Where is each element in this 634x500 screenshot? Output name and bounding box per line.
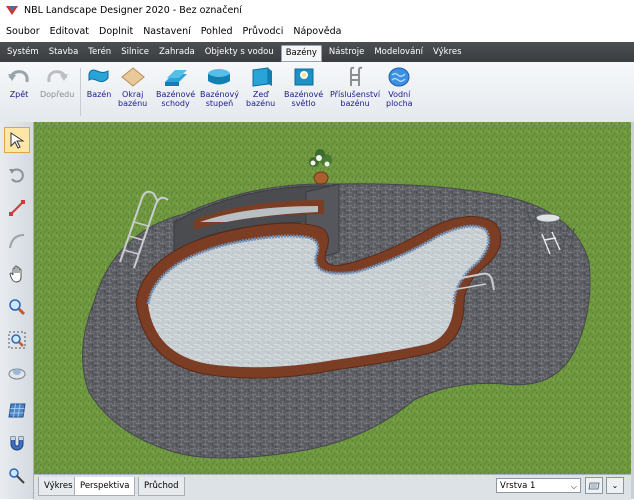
pool-scene bbox=[34, 122, 631, 474]
pool-step-label-2: stupeň bbox=[205, 99, 234, 108]
arc-tool[interactable] bbox=[4, 228, 30, 254]
pool-wall-label-2: bazénu bbox=[246, 99, 276, 108]
pan-tool[interactable] bbox=[4, 261, 30, 287]
undo-icon bbox=[8, 70, 29, 83]
pool-edge-label-2: bazénu bbox=[118, 99, 148, 108]
pool-stairs-button[interactable]: Bazénové schody bbox=[156, 66, 195, 108]
tab-system[interactable]: Systém bbox=[0, 42, 44, 62]
line-icon bbox=[9, 200, 25, 216]
ribbon-separator bbox=[80, 68, 81, 116]
view-plane-icon bbox=[8, 368, 26, 380]
ribbon-tab-bar: Systém Stavba Terén Silnice Zahrada Obje… bbox=[0, 42, 634, 62]
redo-button[interactable]: Dopředu bbox=[40, 66, 74, 99]
pool-light-label-1: Bazénové bbox=[284, 90, 324, 99]
pool-step-label-1: Bazénový bbox=[200, 90, 239, 99]
layer-value: Vrstva 1 bbox=[500, 481, 536, 491]
pool-edge-button[interactable]: Okraj bazénu bbox=[118, 66, 147, 108]
pool-label: Bazén bbox=[86, 90, 112, 99]
layer-select[interactable]: Vrstva 1 ⌵ bbox=[496, 478, 581, 493]
pool-step-button[interactable]: Bazénový stupeň bbox=[200, 66, 239, 108]
redo-label: Dopředu bbox=[40, 90, 75, 99]
redo-icon bbox=[47, 70, 69, 83]
grid-icon bbox=[8, 403, 26, 418]
pool-wall-icon bbox=[252, 67, 272, 87]
undo-label: Zpět bbox=[9, 90, 29, 99]
menu-napoveda[interactable]: Nápověda bbox=[288, 26, 346, 37]
tab-pruchod-view[interactable]: Průchod bbox=[138, 477, 185, 496]
pool-light-label-2: světlo bbox=[291, 99, 316, 108]
pool-accessories-label-2: bazénu bbox=[340, 99, 370, 108]
tab-objekty-s-vodou[interactable]: Objekty s vodou bbox=[200, 42, 279, 62]
pool-edge-icon bbox=[120, 67, 145, 87]
menu-pruvodci[interactable]: Průvodci bbox=[238, 26, 289, 37]
measure-tool[interactable] bbox=[4, 463, 30, 489]
3d-viewport[interactable] bbox=[34, 122, 631, 474]
menu-pohled[interactable]: Pohled bbox=[196, 26, 238, 37]
view-tool[interactable] bbox=[4, 360, 30, 386]
zoom-window-icon bbox=[8, 331, 26, 349]
tab-teren[interactable]: Terén bbox=[83, 42, 116, 62]
zoom-window-tool[interactable] bbox=[4, 327, 30, 353]
undo-button[interactable]: Zpět bbox=[6, 66, 32, 99]
tab-nastroje[interactable]: Nástroje bbox=[324, 42, 369, 62]
tab-silnice[interactable]: Silnice bbox=[116, 42, 154, 62]
pool-ladder-icon bbox=[350, 66, 363, 86]
magnifier-icon bbox=[9, 299, 26, 316]
menu-editovat[interactable]: Editovat bbox=[45, 26, 94, 37]
hand-icon bbox=[9, 265, 22, 283]
pool-stairs-label-1: Bazénové bbox=[156, 90, 196, 99]
layer-dropdown-button[interactable]: ⌄ bbox=[606, 477, 624, 494]
menu-doplnit[interactable]: Doplnit bbox=[94, 26, 138, 37]
pool-accessories-label-1: Příslušenství bbox=[330, 90, 381, 99]
rotate-tool[interactable] bbox=[4, 162, 30, 188]
title-bar: NBL Landscape Designer 2020 - Bez označe… bbox=[0, 0, 634, 20]
menu-nastaveni[interactable]: Nastavení bbox=[138, 26, 196, 37]
app-logo-icon bbox=[6, 6, 18, 15]
measure-icon bbox=[9, 468, 25, 484]
chevron-down-icon: ⌵ bbox=[570, 482, 577, 491]
pool-edge-label-1: Okraj bbox=[121, 90, 144, 99]
water-surface-label-2: plocha bbox=[386, 99, 413, 108]
cursor-arrow-icon bbox=[10, 132, 25, 149]
ribbon-panel: Zpět Dopředu Bazén Okraj bazénu Bazénové… bbox=[0, 62, 634, 123]
water-surface-button[interactable]: Vodní plocha bbox=[386, 66, 413, 108]
rotate-icon bbox=[9, 168, 24, 183]
line-tool[interactable] bbox=[4, 195, 30, 221]
tab-stavba[interactable]: Stavba bbox=[44, 42, 84, 62]
bottom-bar: Výkres Perspektiva Průchod Vrstva 1 ⌵ ⌄ bbox=[34, 474, 631, 500]
pool-stairs-label-2: schody bbox=[161, 99, 190, 108]
layers-icon bbox=[588, 482, 600, 489]
chevron-down-small-icon: ⌄ bbox=[611, 481, 619, 490]
pool-light-icon bbox=[294, 68, 314, 86]
tab-perspektiva-view[interactable]: Perspektiva bbox=[74, 477, 136, 496]
snap-tool[interactable] bbox=[4, 430, 30, 456]
magnet-icon bbox=[10, 436, 24, 451]
pool-light-button[interactable]: Bazénové světlo bbox=[284, 66, 323, 108]
water-surface-icon bbox=[388, 67, 410, 87]
tab-bazeny[interactable]: Bazény bbox=[280, 45, 322, 62]
zoom-tool[interactable] bbox=[4, 294, 30, 320]
pool-icon bbox=[88, 69, 109, 83]
window-title: NBL Landscape Designer 2020 - Bez označe… bbox=[24, 4, 242, 16]
pool-button[interactable]: Bazén bbox=[86, 66, 112, 99]
left-toolbar bbox=[0, 122, 34, 499]
pool-wall-button[interactable]: Zeď bazénu bbox=[246, 66, 275, 108]
pool-stairs-icon bbox=[164, 70, 187, 86]
pool-accessories-button[interactable]: Příslušenství bazénu bbox=[330, 66, 380, 108]
pool-step-icon bbox=[208, 69, 231, 85]
menu-soubor[interactable]: Soubor bbox=[0, 26, 45, 37]
pool-wall-label-1: Zeď bbox=[252, 90, 269, 99]
grid-tool[interactable] bbox=[4, 397, 30, 423]
tab-modelovani[interactable]: Modelování bbox=[369, 42, 428, 62]
menu-bar: Soubor Editovat Doplnit Nastavení Pohled… bbox=[0, 23, 346, 39]
tab-vykres[interactable]: Výkres bbox=[428, 42, 467, 62]
select-tool[interactable] bbox=[4, 127, 30, 153]
arc-icon bbox=[9, 234, 25, 249]
water-surface-label-1: Vodní bbox=[388, 90, 411, 99]
tab-zahrada[interactable]: Zahrada bbox=[154, 42, 200, 62]
tab-vykres-view[interactable]: Výkres bbox=[38, 477, 79, 496]
layer-manager-button[interactable] bbox=[585, 477, 603, 494]
